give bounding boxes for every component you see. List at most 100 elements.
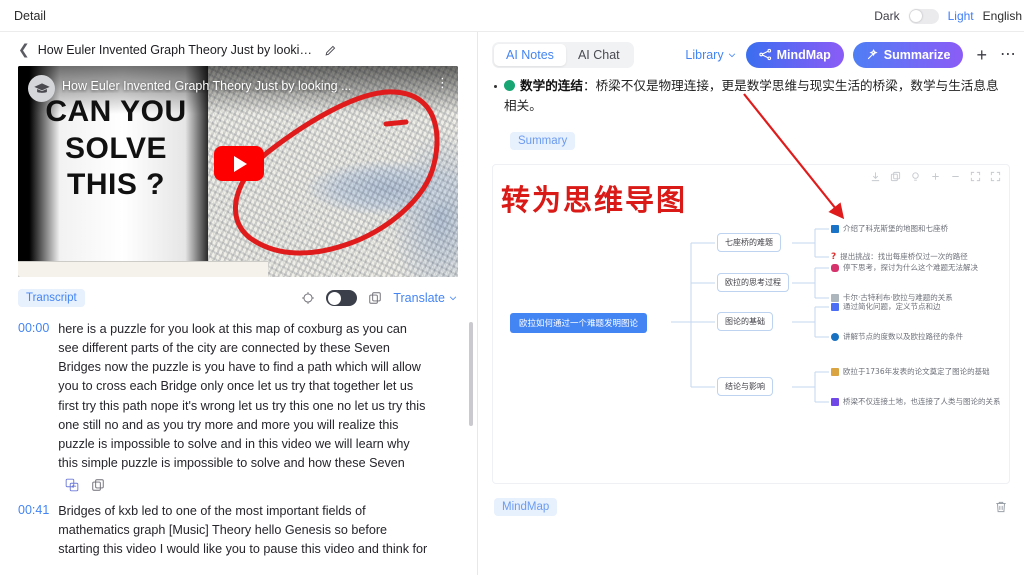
mindmap-leaf-node[interactable]: 介绍了科克斯堡的地图和七座桥 (831, 223, 948, 234)
mindmap-icon (758, 48, 771, 61)
translate-dropdown[interactable]: Translate (393, 291, 458, 305)
fullscreen-icon[interactable] (990, 171, 1001, 182)
mindmap-leaf-text: 讲解节点的度数以及欧拉路径的条件 (843, 332, 963, 342)
page-title: Detail (14, 8, 46, 23)
transcript-chip[interactable]: Transcript (18, 289, 85, 307)
mindmap-leaf-node[interactable]: 讲解节点的度数以及欧拉路径的条件 (831, 331, 963, 342)
magic-wand-icon (867, 48, 878, 60)
library-label: Library (685, 47, 724, 62)
summarize-button[interactable]: Summarize (852, 41, 964, 68)
translate-label: Translate (393, 291, 445, 305)
video-thumbnail[interactable]: CAN YOU SOLVE THIS ? How Euler Invented … (18, 66, 458, 277)
transcript-tools: Translate (301, 290, 458, 306)
mindmap-leaf-text: 提出挑战：找出每座桥仅过一次的路径 (840, 252, 968, 262)
summary-chip[interactable]: Summary (510, 132, 576, 151)
mindmap-branch-node[interactable]: 七座桥的难题 (717, 233, 781, 253)
play-triangle-icon (234, 155, 247, 172)
transcript-timestamp[interactable]: 00:00 (18, 320, 49, 473)
transcript-scrollbar[interactable] (469, 322, 473, 426)
transcript-timestamp[interactable]: 00:41 (18, 502, 49, 558)
bullet-dot-icon (494, 85, 497, 88)
blue-square-icon (831, 224, 839, 233)
mindmap-branch-node[interactable]: 结论与影响 (717, 377, 773, 397)
transcript-block-actions (65, 478, 460, 492)
transcript-body[interactable]: 00:00 here is a puzzle for you look at t… (0, 320, 477, 558)
transcript-block: 00:41 Bridges of kxb led to one of the m… (18, 502, 460, 558)
fit-view-icon[interactable] (970, 171, 981, 182)
video-kebab-menu-icon[interactable]: ⋮ (436, 76, 449, 89)
transcript-toolbar: Transcript Translate (18, 287, 458, 309)
note-bullet-item: 数学的连结：桥梁不仅是物理连接，更是数学思维与现实生活的桥梁，数学与生活息息相关… (494, 76, 1008, 116)
mindmap-button[interactable]: MindMap (745, 41, 844, 68)
back-chevron-icon[interactable]: ❮ (18, 43, 30, 57)
mindmap-leaf-text: 欧拉于1736年发表的论文奠定了图论的基础 (843, 367, 990, 377)
chevron-down-icon (449, 296, 457, 301)
transcript-text: Bridges of kxb led to one of the most im… (58, 504, 428, 557)
more-options-button[interactable]: ⋯ (1000, 46, 1018, 63)
tab-group: AI Notes AI Chat (492, 41, 634, 68)
mindmap-branch-node[interactable]: 欧拉的思考过程 (717, 273, 789, 293)
chevron-down-icon (728, 52, 735, 57)
light-mode-label[interactable]: Light (948, 9, 974, 23)
transcript-text: here is a puzzle for you look at this ma… (58, 322, 426, 470)
note-bullet-text: 数学的连结：桥梁不仅是物理连接，更是数学思维与现实生活的桥梁，数学与生活息息相关… (504, 76, 1008, 116)
download-icon[interactable] (870, 171, 881, 182)
mindmap-leaf-node[interactable]: 停下思考，探讨为什么这个难题无法解决 (831, 262, 978, 273)
autoscroll-toggle[interactable] (326, 290, 358, 306)
mindmap-leaf-text: 停下思考，探讨为什么这个难题无法解决 (843, 263, 978, 273)
mindmap-leaf-node[interactable]: 桥梁不仅连接土地，也连接了人类与图论的关系 (831, 396, 1001, 407)
zoom-out-icon[interactable] (950, 171, 961, 182)
language-selector[interactable]: English (983, 9, 1022, 23)
tab-ai-chat[interactable]: AI Chat (566, 44, 632, 66)
dark-mode-label: Dark (874, 9, 900, 23)
play-button[interactable] (214, 146, 264, 181)
autoscroll-toggle-knob (327, 291, 341, 305)
copy-icon[interactable] (368, 291, 382, 305)
theme-bulb-icon[interactable] (910, 171, 921, 182)
ai-notes-content: 数学的连结：桥梁不仅是物理连接，更是数学思维与现实生活的桥梁，数学与生活息息相关… (478, 76, 1024, 151)
mindmap-leaf-node[interactable]: ? 提出挑战：找出每座桥仅过一次的路径 (831, 251, 968, 262)
right-header-actions: Library MindMap Summarize + ⋯ (685, 41, 1018, 68)
mindmap-leaf-node[interactable]: 欧拉于1736年发表的论文奠定了图论的基础 (831, 366, 990, 377)
delete-icon[interactable] (994, 500, 1008, 514)
library-dropdown[interactable]: Library (685, 48, 736, 62)
question-mark-icon: ? (831, 251, 837, 262)
video-title: How Euler Invented Graph Theory Just by … (37, 43, 316, 57)
theme-toggle-knob (910, 10, 923, 22)
target-icon[interactable] (301, 291, 315, 305)
mindmap-chip[interactable]: MindMap (494, 498, 558, 517)
magnifier-icon (831, 332, 839, 341)
mindmap-root-node[interactable]: 欧拉如何通过一个难题发明图论 (510, 313, 648, 334)
mindmap-leaf-text: 介绍了科克斯堡的地图和七座桥 (843, 224, 948, 234)
mindmap-toolbar (870, 171, 1001, 182)
right-panel-header: AI Notes AI Chat Library MindMap Summari… (478, 32, 1024, 76)
add-button[interactable]: + (972, 46, 991, 64)
mindmap-branch-node[interactable]: 图论的基础 (717, 312, 773, 332)
theme-toggle[interactable] (908, 8, 939, 24)
video-title-row: ❮ How Euler Invented Graph Theory Just b… (0, 32, 477, 66)
note-heading: 数学的连结 (520, 79, 583, 93)
framed-picture-icon (831, 397, 839, 406)
bar-chart-icon (831, 302, 839, 311)
mindmap-leaf-text: 通过简化问题，定义节点和边 (843, 302, 941, 312)
copy-icon[interactable] (890, 171, 901, 182)
zoom-in-icon[interactable] (930, 171, 941, 182)
topbar-controls: Dark Light English (874, 0, 1024, 32)
mindmap-button-label: MindMap (776, 47, 831, 62)
copy-block-icon[interactable] (91, 478, 105, 492)
edit-pencil-icon[interactable] (324, 44, 337, 57)
scroll-icon (831, 367, 839, 376)
mindmap-leaf-text: 桥梁不仅连接土地，也连接了人类与图论的关系 (843, 397, 1001, 407)
left-panel: ❮ How Euler Invented Graph Theory Just b… (0, 32, 478, 575)
main-content: ❮ How Euler Invented Graph Theory Just b… (0, 32, 1024, 575)
speech-bubble-icon (831, 263, 839, 272)
green-circle-icon (504, 80, 515, 91)
mindmap-footer: MindMap (494, 498, 1008, 517)
tab-ai-notes[interactable]: AI Notes (494, 43, 566, 66)
translate-block-icon[interactable] (65, 478, 79, 492)
mindmap-card[interactable]: 转为思维导图 欧拉如何通过一个难题发明图论 七座桥的难题 欧拉的思考过程 图论的… (492, 164, 1010, 485)
top-bar: Detail Dark Light English (0, 0, 1024, 32)
summarize-button-label: Summarize (883, 47, 951, 62)
channel-avatar (28, 75, 55, 102)
mindmap-leaf-node[interactable]: 通过简化问题，定义节点和边 (831, 301, 941, 312)
